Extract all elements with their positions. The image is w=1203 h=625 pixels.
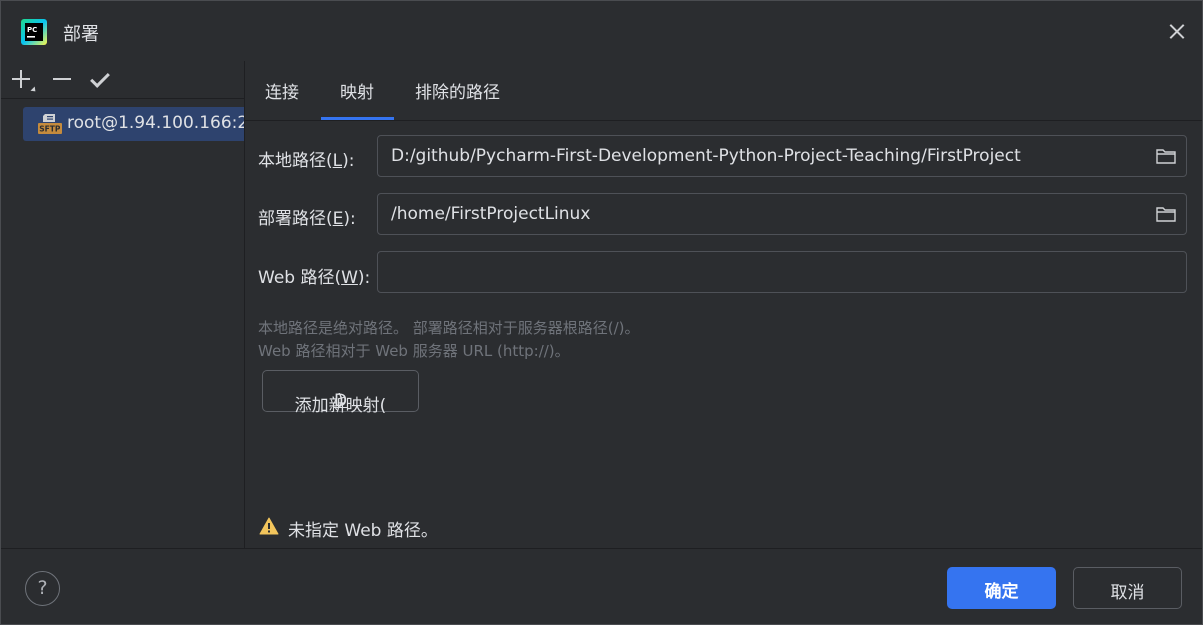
- title-bar: PC 部署: [1, 1, 1202, 61]
- sftp-server-icon: SFTP: [38, 114, 62, 134]
- server-list: SFTP root@1.94.100.166:2: [1, 100, 244, 548]
- server-label: root@1.94.100.166:2: [67, 113, 244, 133]
- web-path-label: Web 路径(W):: [258, 268, 371, 288]
- hint-line-1: 本地路径是绝对路径。 部署路径相对于服务器根路径(/)。: [258, 319, 640, 337]
- deploy-path-label: 部署路径(E):: [258, 209, 356, 229]
- add-mapping-button[interactable]: 添加新映射(D): [262, 370, 419, 416]
- app-icon-text: PC: [27, 26, 37, 34]
- help-button[interactable]: ?: [25, 571, 60, 606]
- warning-message: 未指定 Web 路径。: [288, 521, 438, 541]
- web-path-field[interactable]: [377, 251, 1187, 293]
- local-path-value: D:/github/Pycharm-First-Development-Pyth…: [391, 146, 1021, 166]
- tab-excluded-paths[interactable]: 排除的路径: [415, 78, 500, 103]
- tab-bar: 连接 映射 排除的路径: [245, 61, 1202, 121]
- minus-icon: [53, 78, 71, 80]
- cancel-label: 取消: [1110, 583, 1145, 603]
- panel-divider[interactable]: [244, 61, 245, 548]
- apply-server-button[interactable]: [89, 65, 119, 95]
- active-tab-indicator: [321, 117, 394, 120]
- deploy-path-field[interactable]: /home/FirstProjectLinux: [377, 193, 1187, 235]
- tab-connection[interactable]: 连接: [265, 78, 299, 103]
- folder-icon[interactable]: [1156, 206, 1176, 222]
- help-icon: ?: [37, 577, 48, 599]
- local-path-field[interactable]: D:/github/Pycharm-First-Development-Pyth…: [377, 135, 1187, 177]
- footer-divider: [1, 548, 1202, 549]
- server-toolbar: [1, 61, 244, 99]
- warning-icon: [259, 517, 279, 535]
- close-button[interactable]: [1161, 15, 1193, 47]
- local-path-label: 本地路径(L):: [258, 151, 355, 171]
- check-icon: [90, 68, 110, 88]
- deployment-dialog: PC 部署 SFTP root@1.94.100.166:2 连接 映射 排除的…: [0, 0, 1203, 625]
- dialog-title: 部署: [63, 24, 99, 45]
- add-server-button[interactable]: [9, 65, 39, 95]
- hint-line-2: Web 路径相对于 Web 服务器 URL (http://)。: [258, 342, 570, 360]
- ok-button[interactable]: 确定: [947, 567, 1056, 609]
- pycharm-icon: PC: [21, 19, 47, 45]
- tab-mappings[interactable]: 映射: [340, 78, 374, 103]
- sftp-badge-text: SFTP: [39, 125, 61, 134]
- cancel-button[interactable]: 取消: [1073, 567, 1182, 609]
- deploy-path-value: /home/FirstProjectLinux: [391, 204, 591, 224]
- ok-label: 确定: [984, 582, 1019, 602]
- server-list-item[interactable]: SFTP root@1.94.100.166:2: [23, 107, 244, 141]
- remove-server-button[interactable]: [49, 65, 79, 95]
- folder-icon[interactable]: [1156, 148, 1176, 164]
